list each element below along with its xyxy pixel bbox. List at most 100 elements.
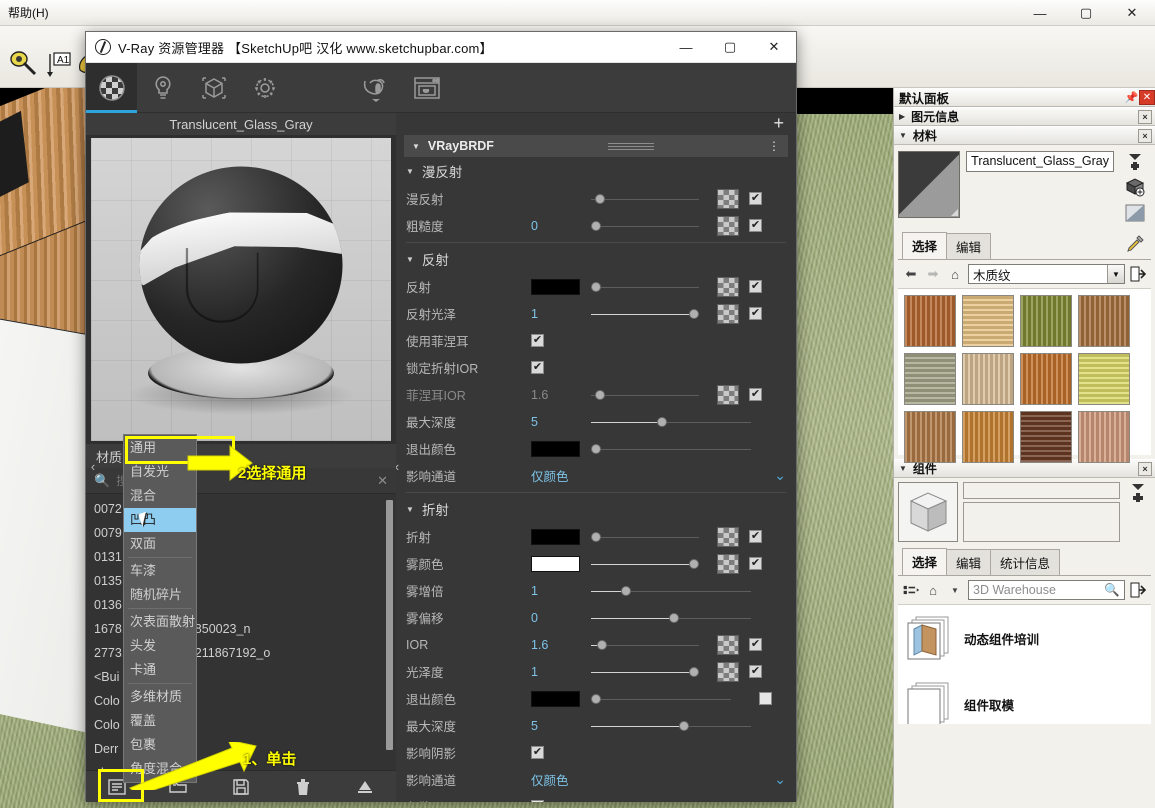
chevron-down-icon[interactable]: ▼ [1107, 265, 1124, 283]
material-swatch[interactable] [962, 295, 1014, 347]
param-row-refraction-max-depth[interactable]: 最大深度 5 [396, 712, 796, 739]
components-list[interactable]: 动态组件培训 组件取模 [898, 604, 1151, 724]
param-slider[interactable] [591, 414, 751, 430]
material-swatch[interactable] [962, 411, 1014, 463]
param-value[interactable]: 1 [531, 307, 591, 321]
close-icon[interactable]: × [1138, 461, 1152, 476]
texture-slot-icon[interactable] [717, 188, 739, 209]
dropdown-item-override[interactable]: 覆盖 [124, 709, 196, 733]
component-name-field[interactable] [963, 482, 1120, 499]
texture-slot-icon[interactable] [717, 215, 739, 236]
param-row-reflection[interactable]: 反射 ✔ [396, 273, 796, 300]
settings-tab[interactable] [239, 63, 290, 113]
param-slider[interactable] [591, 637, 699, 653]
maximize-icon[interactable]: ▢ [708, 32, 752, 63]
color-swatch[interactable] [531, 555, 580, 572]
component-options-icon[interactable] [1128, 482, 1148, 507]
param-slider[interactable] [591, 583, 751, 599]
tab-edit[interactable]: 编辑 [946, 233, 992, 259]
section-refraction[interactable]: ▼ 折射 [396, 495, 796, 523]
search-icon[interactable]: 🔍 [1104, 583, 1120, 598]
param-value[interactable]: 0 [531, 611, 591, 625]
param-slider[interactable] [591, 718, 751, 734]
param-row-fresnel-ior[interactable]: 菲涅耳IOR 1.6 ✔ [396, 381, 796, 408]
param-slider[interactable] [591, 279, 699, 295]
material-swatch[interactable] [1078, 295, 1130, 347]
clear-search-icon[interactable]: ✕ [377, 473, 388, 489]
param-row-refraction-affect-channels[interactable]: 影响通道 仅颜色 ⌄ [396, 766, 796, 793]
color-swatch[interactable] [531, 528, 580, 545]
material-swatch[interactable] [962, 353, 1014, 405]
material-swatch[interactable] [1020, 353, 1072, 405]
material-swatch[interactable] [1078, 411, 1130, 463]
param-row-ior[interactable]: IOR 1.6 ✔ [396, 631, 796, 658]
home-icon[interactable]: ⌂ [924, 581, 942, 599]
texture-slot-icon[interactable] [717, 634, 739, 655]
dropdown-item-bump[interactable]: 凹凸 [124, 508, 196, 532]
list-item[interactable]: 动态组件培训 [898, 605, 1151, 671]
color-swatch[interactable] [531, 440, 580, 457]
param-checkbox[interactable]: ✔ [749, 219, 762, 232]
paint-bucket-icon[interactable] [1124, 177, 1146, 200]
dropdown-item-multi-material[interactable]: 多维材质 [124, 685, 196, 709]
frame-buffer-tab[interactable] [401, 63, 452, 113]
material-swatch[interactable] [1020, 295, 1072, 347]
details-arrow-icon[interactable] [1129, 265, 1147, 283]
tab-statistics[interactable]: 统计信息 [990, 549, 1061, 575]
param-row-affect-shadows[interactable]: 影响阴影 ✔ [396, 739, 796, 766]
param-slider[interactable] [591, 664, 699, 680]
param-row-refraction-exit-color[interactable]: 退出颜色 [396, 685, 796, 712]
drag-handle-icon[interactable] [502, 142, 760, 150]
param-slider[interactable] [591, 529, 699, 545]
dropdown-item-hair[interactable]: 头发 [124, 634, 196, 658]
texture-slot-icon[interactable] [717, 276, 739, 297]
param-row-refraction[interactable]: 折射 ✔ [396, 523, 796, 550]
dropdown-item-toon[interactable]: 卡通 [124, 658, 196, 682]
material-swatch[interactable] [904, 353, 956, 405]
param-checkbox[interactable]: ✔ [531, 361, 544, 374]
info-icon[interactable]: ⋮ [768, 139, 780, 153]
close-icon[interactable]: × [1138, 128, 1152, 143]
dropdown-item-carpaint[interactable]: 车漆 [124, 559, 196, 583]
details-arrow-icon[interactable] [1129, 581, 1147, 599]
materials-tab[interactable] [86, 62, 137, 113]
param-row-dispersion[interactable]: 色散 [396, 793, 796, 802]
param-slider[interactable] [591, 191, 699, 207]
tray-close-icon[interactable]: ✕ [1139, 89, 1155, 105]
param-row-diffuse[interactable]: 漫反射 ✔ [396, 185, 796, 212]
param-enum-value[interactable]: 仅颜色 [531, 466, 569, 485]
param-checkbox[interactable]: ✔ [749, 557, 762, 570]
param-slider[interactable] [591, 387, 699, 403]
render-tab[interactable] [350, 63, 401, 113]
dropdown-item-twosided[interactable]: 双面 [124, 532, 196, 556]
param-row-affect-channels[interactable]: 影响通道 仅颜色 ⌄ [396, 462, 796, 489]
texture-slot-icon[interactable] [717, 526, 739, 547]
param-slider[interactable] [591, 218, 699, 234]
apply-material-button[interactable] [345, 774, 385, 800]
param-checkbox[interactable]: ✔ [749, 388, 762, 401]
param-row-exit-color[interactable]: 退出颜色 [396, 435, 796, 462]
material-swatch[interactable] [904, 295, 956, 347]
material-name-field[interactable]: Translucent_Glass_Gray [966, 151, 1114, 172]
back-arrow-icon[interactable]: ⬅ [902, 265, 920, 283]
menu-item-help[interactable]: 帮助(H) [8, 4, 49, 21]
list-scrollbar[interactable] [386, 500, 393, 750]
material-library-combo[interactable]: 木质纹 ▼ [968, 264, 1125, 284]
param-slider[interactable] [591, 610, 751, 626]
close-icon[interactable]: ✕ [752, 32, 796, 63]
param-row-glossiness[interactable]: 光泽度 1 ✔ [396, 658, 796, 685]
forward-arrow-icon[interactable]: ➡ [924, 265, 942, 283]
material-swatch[interactable] [904, 411, 956, 463]
color-swatch[interactable] [531, 690, 580, 707]
param-checkbox[interactable] [759, 692, 772, 705]
warehouse-search-input[interactable]: 3D Warehouse 🔍 [968, 580, 1125, 600]
param-checkbox[interactable]: ✔ [749, 307, 762, 320]
display-secondary-icon[interactable] [1124, 203, 1146, 226]
minimize-icon[interactable]: — [664, 32, 708, 63]
panel-entity-info[interactable]: ▶ 图元信息 × [894, 107, 1155, 126]
texture-slot-icon[interactable] [717, 303, 739, 324]
material-type-dropdown[interactable]: 通用 自发光 混合 凹凸 双面 车漆 随机碎片 次表面散射 头发 卡通 多维材质… [123, 434, 197, 783]
chevron-down-icon[interactable]: ▼ [946, 581, 964, 599]
param-value[interactable]: 5 [531, 415, 591, 429]
param-value[interactable]: 5 [531, 719, 591, 733]
